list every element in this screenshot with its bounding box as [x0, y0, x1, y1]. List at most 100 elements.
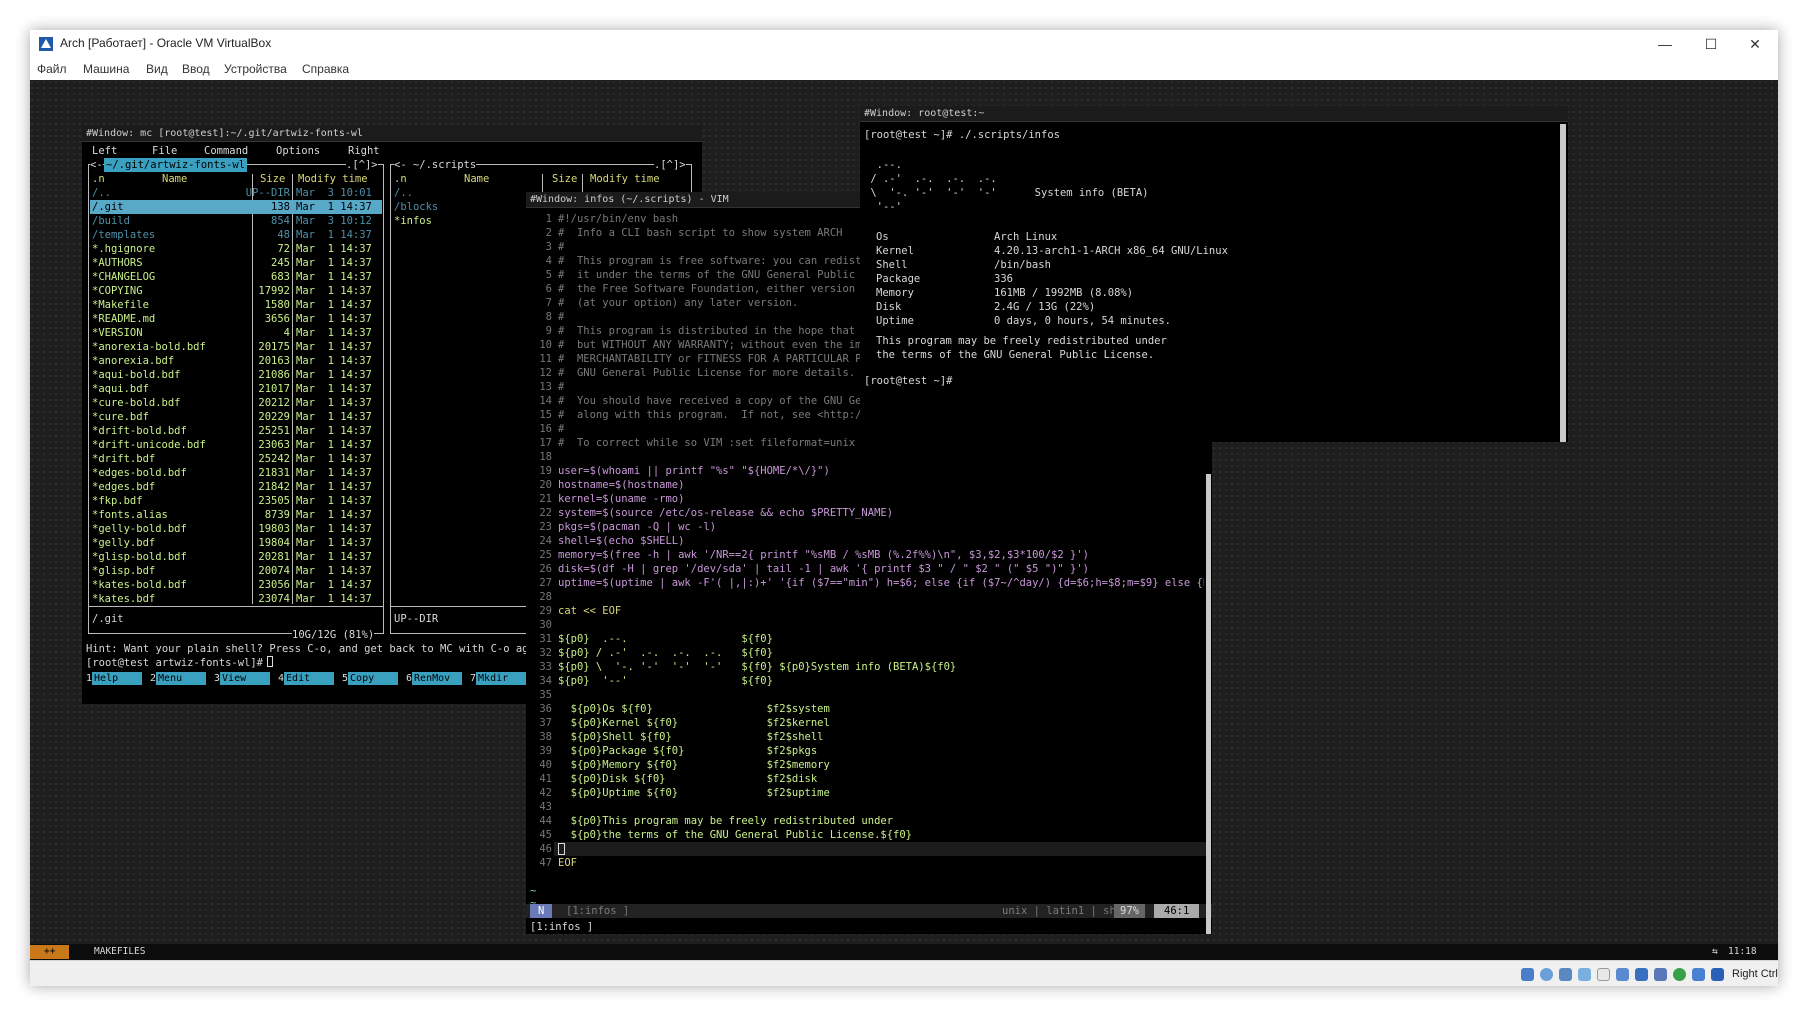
menu-file[interactable]: Файл — [37, 62, 67, 76]
col-size-right[interactable]: Size — [552, 172, 577, 186]
fkey-edit[interactable]: 4 Edit — [278, 672, 335, 685]
code-line[interactable]: ${p0} '--' ${f0} — [558, 674, 773, 688]
code-line[interactable]: user=$(whoami || printf "%s" "${HOME/*\/… — [558, 464, 830, 478]
code-line[interactable]: ${p0}Uptime ${f0} $f2$uptime — [558, 786, 830, 800]
fkey-renmov[interactable]: 6 RenMov — [406, 672, 463, 685]
col-size[interactable]: Size — [260, 172, 285, 186]
mc-left-path[interactable]: ~/.git/artwiz-fonts-wl — [104, 158, 248, 172]
code-line[interactable]: ${p0}Memory ${f0} $f2$memory — [558, 758, 830, 772]
file-row[interactable]: *fkp.bdf 23505 Mar 1 14:37 — [90, 494, 382, 508]
code-line[interactable]: ${p0}Package ${f0} $f2$pkgs — [558, 744, 818, 758]
file-row[interactable]: *README.md 3656 Mar 1 14:37 — [90, 312, 382, 326]
close-button[interactable]: ✕ — [1732, 30, 1778, 58]
code-line[interactable]: # — [558, 422, 564, 436]
network-icon[interactable] — [1578, 968, 1591, 981]
file-row[interactable]: /.. — [394, 186, 413, 200]
mouse-integration-icon[interactable] — [1692, 968, 1705, 981]
menu-machine[interactable]: Машина — [83, 62, 129, 76]
file-row[interactable]: *aqui.bdf 21017 Mar 1 14:37 — [90, 382, 382, 396]
vim-scrollbar[interactable] — [1206, 474, 1211, 934]
code-line[interactable]: # — [558, 380, 564, 394]
code-line[interactable]: ${p0} .--. ${f0} — [558, 632, 773, 646]
info-terminal[interactable]: #Window: root@test:~ [root@test ~]# ./.s… — [860, 106, 1568, 442]
recording-icon[interactable] — [1654, 968, 1667, 981]
file-row[interactable]: *drift-bold.bdf 25251 Mar 1 14:37 — [90, 424, 382, 438]
code-line[interactable]: # — [558, 240, 564, 254]
code-line[interactable]: disk=$(df -H | grep '/dev/sda' | tail -1… — [558, 562, 1089, 576]
code-line[interactable]: ${p0}the terms of the GNU General Public… — [558, 828, 912, 842]
file-row[interactable]: *cure-bold.bdf 20212 Mar 1 14:37 — [90, 396, 382, 410]
menu-input[interactable]: Ввод — [182, 62, 210, 76]
code-line[interactable]: ${p0}This program may be freely redistri… — [558, 814, 893, 828]
file-row[interactable]: *VERSION 4 Mar 1 14:37 — [90, 326, 382, 340]
code-line[interactable]: # To correct while so VIM :set fileforma… — [558, 436, 855, 450]
col-n[interactable]: .n — [92, 172, 105, 186]
file-row[interactable]: *glisp.bdf 20074 Mar 1 14:37 — [90, 564, 382, 578]
mc-menu-right[interactable]: Right — [348, 144, 380, 158]
col-mtime-right[interactable]: Modify time — [590, 172, 660, 186]
file-row[interactable]: /build 854 Mar 3 10:12 — [90, 214, 382, 228]
wm-tag[interactable]: ++ — [30, 945, 70, 959]
file-row[interactable]: /templates 48 Mar 1 14:37 — [90, 228, 382, 242]
code-line[interactable]: # You should have received a copy of the… — [558, 394, 874, 408]
fkey-help[interactable]: 1 Help — [86, 672, 143, 685]
code-line[interactable]: # but WITHOUT ANY WARRANTY; without even… — [558, 338, 868, 352]
file-row[interactable]: *drift.bdf 25242 Mar 1 14:37 — [90, 452, 382, 466]
code-line[interactable]: #!/usr/bin/env bash — [558, 212, 678, 226]
optical-drive-icon[interactable] — [1540, 968, 1553, 981]
shared-folder-icon[interactable] — [1616, 968, 1629, 981]
guest-screen[interactable]: #Window: mc [root@test]:~/.git/artwiz-fo… — [30, 80, 1778, 960]
code-line[interactable]: # (at your option) any later version. — [558, 296, 798, 310]
info-scrollbar[interactable] — [1560, 124, 1566, 442]
file-row[interactable]: /.. UP--DIR Mar 3 10:01 — [90, 186, 382, 200]
code-line[interactable]: hostname=$(hostname) — [558, 478, 684, 492]
fkey-copy[interactable]: 5 Copy — [342, 672, 399, 685]
code-line[interactable]: ${p0} \ '-. '-' '-' '-' ${f0} ${p0}Syste… — [558, 660, 956, 674]
file-row[interactable]: *drift-unicode.bdf 23063 Mar 1 14:37 — [90, 438, 382, 452]
code-line[interactable]: # along with this program. If not, see <… — [558, 408, 868, 422]
hdd-icon[interactable] — [1521, 968, 1534, 981]
file-row[interactable]: *gelly.bdf 19804 Mar 1 14:37 — [90, 536, 382, 550]
col-mtime[interactable]: Modify time — [298, 172, 368, 186]
code-line[interactable]: ${p0}Shell ${f0} $f2$shell — [558, 730, 824, 744]
menu-view[interactable]: Вид — [146, 62, 168, 76]
menu-devices[interactable]: Устройства — [224, 62, 287, 76]
file-row[interactable]: *Makefile 1580 Mar 1 14:37 — [90, 298, 382, 312]
fkey-menu[interactable]: 2 Menu — [150, 672, 207, 685]
info-prompt[interactable]: [root@test ~]# — [864, 374, 953, 388]
mc-menu-file[interactable]: File — [152, 144, 177, 158]
file-row[interactable]: *glisp-bold.bdf 20281 Mar 1 14:37 — [90, 550, 382, 564]
code-line[interactable]: ${p0} / .-' .-. .-. .-. ${f0} — [558, 646, 773, 660]
menu-help[interactable]: Справка — [302, 62, 349, 76]
col-name-right[interactable]: Name — [464, 172, 489, 186]
usb-device-icon[interactable] — [1597, 968, 1610, 981]
file-row[interactable]: *fonts.alias 8739 Mar 1 14:37 — [90, 508, 382, 522]
code-line[interactable]: shell=$(echo $SHELL) — [558, 534, 684, 548]
mc-right-nav[interactable]: .[^]> — [654, 158, 686, 172]
mc-right-path[interactable]: <- ~/.scripts — [394, 158, 477, 172]
file-row[interactable]: *infos — [394, 214, 432, 228]
file-row[interactable]: *aqui-bold.bdf 21086 Mar 1 14:37 — [90, 368, 382, 382]
code-line[interactable]: memory=$(free -h | awk '/NR==2{ printf "… — [558, 548, 1089, 562]
minimize-button[interactable]: — — [1642, 30, 1688, 58]
keyboard-capture-icon[interactable] — [1711, 968, 1724, 981]
maximize-button[interactable]: ☐ — [1688, 30, 1734, 58]
code-line[interactable]: pkgs=$(pacman -Q | wc -l) — [558, 520, 716, 534]
mc-menu-command[interactable]: Command — [204, 144, 248, 158]
display-icon[interactable] — [1635, 968, 1648, 981]
code-line[interactable]: cat << EOF — [558, 604, 621, 618]
fkey-mkdir[interactable]: 7 Mkdir — [470, 672, 527, 685]
code-line[interactable]: ${p0}Kernel ${f0} $f2$kernel — [558, 716, 830, 730]
file-row[interactable]: *AUTHORS 245 Mar 1 14:37 — [90, 256, 382, 270]
file-row[interactable]: *edges-bold.bdf 21831 Mar 1 14:37 — [90, 466, 382, 480]
mc-menu-options[interactable]: Options — [276, 144, 320, 158]
file-row[interactable]: /.git 138 Mar 1 14:37 — [90, 200, 382, 214]
code-line[interactable]: # — [558, 310, 564, 324]
code-line[interactable]: system=$(source /etc/os-release && echo … — [558, 506, 893, 520]
fkey-view[interactable]: 3 View — [214, 672, 271, 685]
mc-left-nav-right[interactable]: .[^]> — [346, 158, 378, 172]
code-line[interactable]: kernel=$(uname -rmo) — [558, 492, 684, 506]
code-line[interactable]: # it under the terms of the GNU General … — [558, 268, 868, 282]
file-row[interactable]: *anorexia-bold.bdf 20175 Mar 1 14:37 — [90, 340, 382, 354]
col-n-right[interactable]: .n — [394, 172, 407, 186]
